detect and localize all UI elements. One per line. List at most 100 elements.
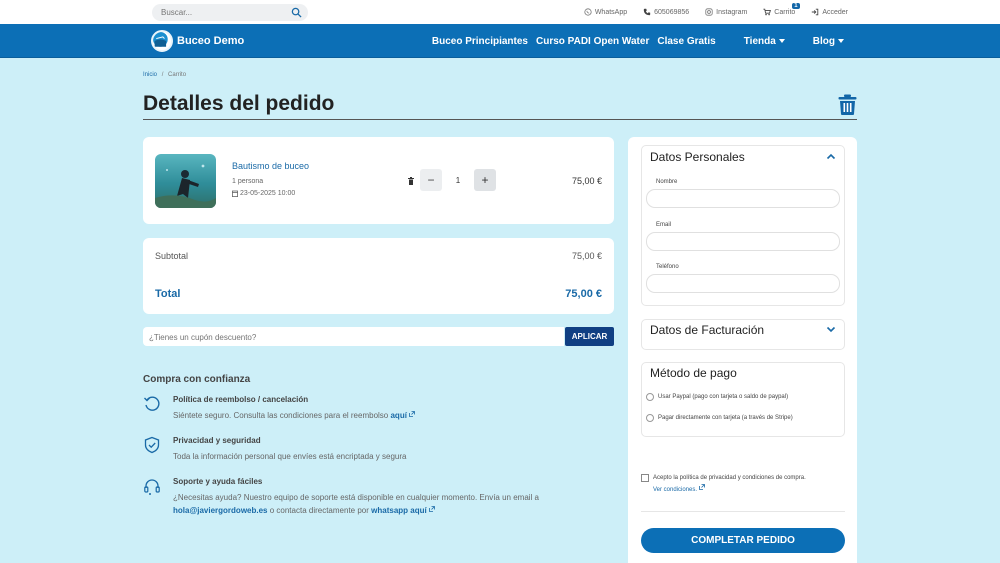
email-label: Email	[656, 222, 672, 228]
login-icon	[812, 8, 819, 16]
apply-coupon-button[interactable]: APLICAR	[565, 327, 614, 346]
paypal-radio[interactable]	[646, 393, 654, 401]
chevron-down-icon	[838, 39, 844, 43]
cart-link[interactable]: Carrito 1	[763, 3, 800, 16]
name-field[interactable]	[646, 189, 840, 208]
phone-field[interactable]	[646, 274, 840, 293]
chevron-down-icon[interactable]	[826, 324, 836, 334]
product-image	[155, 154, 216, 208]
refund-title: Política de reembolso / cancelación	[173, 395, 309, 404]
stripe-label: Pagar directamente con tarjeta (a través…	[658, 415, 793, 421]
quantity-increase-button[interactable]: +	[474, 169, 496, 191]
search-box[interactable]	[152, 4, 308, 21]
instagram-label: Instagram	[716, 8, 748, 16]
name-label: Nombre	[656, 179, 678, 185]
breadcrumb-separator: /	[161, 72, 164, 78]
refund-icon	[144, 396, 160, 411]
payment-title: Método de pago	[650, 366, 737, 380]
checkout-divider	[641, 511, 845, 512]
stripe-radio[interactable]	[646, 414, 654, 422]
nav-item-blog-label: Blog	[812, 35, 835, 47]
headset-icon	[144, 479, 160, 495]
whatsapp-link[interactable]: WhatsApp	[584, 8, 627, 16]
billing-title[interactable]: Datos de Facturación	[650, 323, 764, 337]
remove-item-icon[interactable]	[408, 177, 414, 185]
top-bar: WhatsApp 605069856 Instagram Carrito 1 A…	[0, 0, 1000, 24]
nav-item-blog[interactable]: Blog	[813, 36, 844, 47]
whatsapp-icon	[584, 8, 592, 16]
totals-card: Subtotal 75,00 € Total 75,00 €	[143, 238, 614, 314]
conditions-link[interactable]: Ver condiciones.	[653, 484, 705, 496]
nav-item-shop-label: Tienda	[743, 35, 776, 47]
nav-menu: Buceo Principiantes Curso PADI Open Wate…	[432, 24, 844, 58]
whatsapp-support-link[interactable]: whatsapp aquí	[371, 506, 427, 515]
refund-text: Siéntete seguro. Consulta las condicione…	[173, 409, 603, 422]
quantity-decrease-button[interactable]: −	[420, 169, 442, 191]
chevron-up-icon[interactable]	[826, 152, 836, 162]
phone-label: 605069856	[654, 8, 690, 16]
diver-logo-icon	[151, 30, 173, 52]
search-input[interactable]	[152, 4, 292, 21]
refund-description: Siéntete seguro. Consulta las condicione…	[173, 411, 389, 420]
phone-link[interactable]: 605069856	[643, 8, 689, 16]
payment-section: Método de pago Usar Paypal (pago con tar…	[641, 362, 845, 437]
chevron-down-icon	[778, 39, 785, 43]
support-description: ¿Necesitas ayuda? Nuestro equipo de sopo…	[173, 493, 539, 502]
item-date: 23-05-2025 10:00	[232, 190, 295, 197]
nav-item-padi[interactable]: Curso PADI Open Water	[536, 36, 649, 47]
external-link-icon	[409, 411, 415, 417]
billing-section[interactable]: Datos de Facturación	[641, 319, 845, 350]
support-description-2: o contacta directamente por	[269, 506, 369, 515]
privacy-title: Privacidad y seguridad	[173, 436, 261, 445]
consent-checkbox[interactable]	[641, 474, 649, 482]
email-field[interactable]	[646, 232, 840, 251]
whatsapp-label: WhatsApp	[594, 8, 628, 16]
breadcrumb: Inicio / Carrito	[143, 72, 186, 78]
page-title: Detalles del pedido	[143, 92, 335, 115]
complete-order-button[interactable]: COMPLETAR PEDIDO	[641, 528, 845, 553]
nav-item-beginners[interactable]: Buceo Principiantes	[432, 36, 528, 47]
support-email-link[interactable]: hola@javiergordoweb.es	[173, 506, 268, 515]
item-date-value: 23-05-2025 10:00	[240, 190, 296, 197]
support-title: Soporte y ayuda fáciles	[173, 477, 263, 486]
breadcrumb-current: Carrito	[168, 72, 187, 78]
breadcrumb-home[interactable]: Inicio	[143, 72, 157, 78]
instagram-icon	[705, 8, 713, 16]
personal-data-title[interactable]: Datos Personales	[650, 150, 745, 164]
brand-logo[interactable]: Buceo Demo	[151, 30, 244, 52]
external-link-icon	[699, 484, 705, 490]
login-link[interactable]: Acceder	[811, 8, 848, 16]
external-link-icon	[428, 506, 435, 512]
main-nav: Buceo Demo Buceo Principiantes Curso PAD…	[0, 24, 1000, 58]
cart-count-badge: 1	[792, 3, 800, 9]
item-price: 75,00 €	[571, 176, 602, 186]
payment-option-paypal[interactable]: Usar Paypal (pago con tarjeta o saldo de…	[646, 393, 788, 401]
brand-name: Buceo Demo	[177, 35, 245, 47]
shield-check-icon	[144, 436, 160, 454]
nav-item-shop[interactable]: Tienda	[744, 36, 785, 47]
instagram-link[interactable]: Instagram	[705, 8, 747, 16]
calendar-icon	[232, 190, 238, 197]
search-icon[interactable]	[291, 7, 302, 18]
subtotal-label: Subtotal	[155, 251, 189, 261]
cart-item-card: Bautismo de buceo 1 persona 23-05-2025 1…	[143, 137, 614, 224]
payment-option-stripe[interactable]: Pagar directamente con tarjeta (a través…	[646, 414, 793, 422]
subtotal-value: 75,00 €	[571, 251, 602, 261]
login-label: Acceder	[822, 8, 848, 16]
checkout-panel: Datos Personales Nombre Email Teléfono D…	[628, 137, 857, 563]
cart-icon	[763, 8, 772, 16]
total-label: Total	[155, 288, 181, 300]
item-title-link[interactable]: Bautismo de buceo	[232, 161, 309, 171]
top-links: WhatsApp 605069856 Instagram Carrito 1 A…	[584, 0, 848, 24]
phone-label: Teléfono	[656, 264, 679, 270]
cart-label: Carrito	[774, 8, 796, 16]
refund-link[interactable]: aquí	[390, 411, 406, 420]
phone-icon	[643, 8, 651, 16]
personal-data-section: Datos Personales Nombre Email Teléfono	[641, 145, 845, 306]
coupon-field[interactable]	[143, 327, 564, 347]
title-divider	[143, 119, 857, 120]
nav-item-free-class[interactable]: Clase Gratis	[657, 36, 715, 47]
coupon-input[interactable]	[143, 328, 564, 347]
trash-icon[interactable]	[838, 94, 857, 115]
trust-section-title: Compra con confianza	[143, 374, 251, 385]
